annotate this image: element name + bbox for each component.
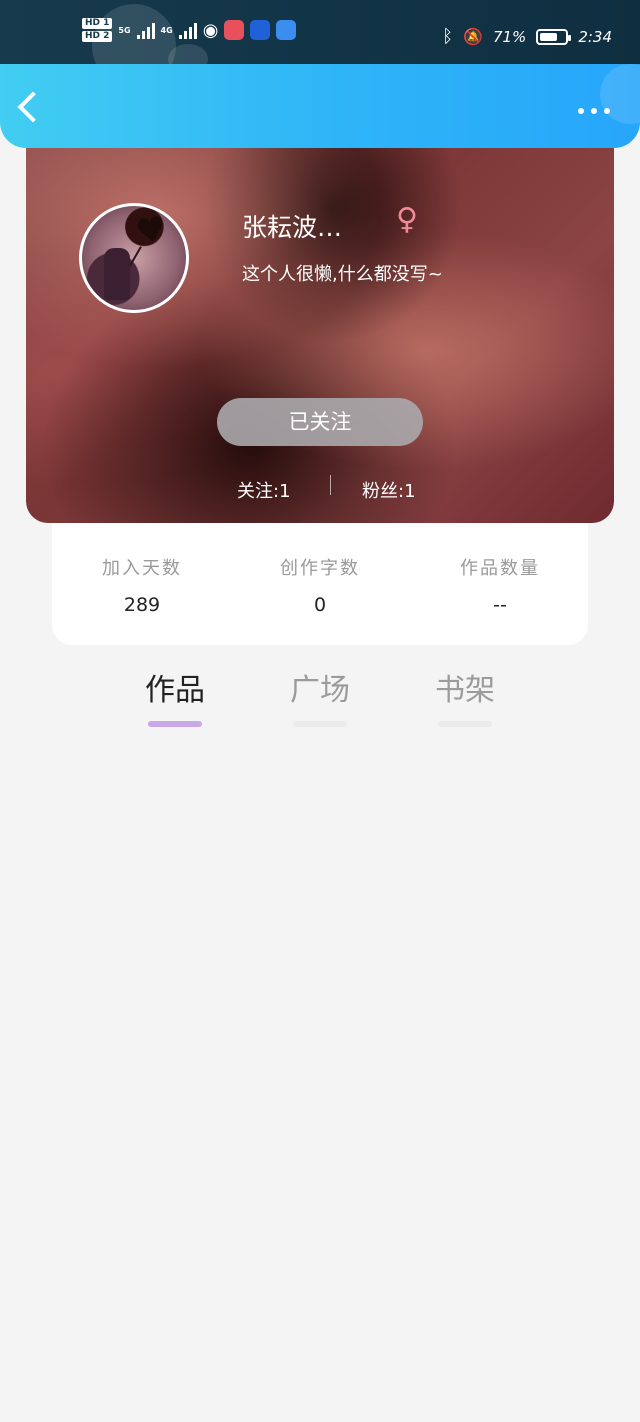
bulb-app-icon [250, 20, 271, 40]
stat-value: 0 [313, 594, 327, 616]
bluetooth-icon: ᛒ [442, 26, 454, 47]
stats-divider [330, 475, 331, 495]
stat-works-count: 作品数量 -- [410, 554, 590, 616]
user-bio: 这个人很懒,什么都没写~ [242, 264, 443, 285]
hotspot-icon: ◉ [202, 19, 219, 41]
tab-indicator [438, 721, 492, 727]
mute-bell-icon: 🔕 [463, 27, 483, 46]
stat-word-count: 创作字数 0 [230, 554, 410, 616]
status-bar: HD 1 HD 2 5G 4G ◉ ᛒ 🔕 71% 2:34 [0, 0, 640, 88]
avatar[interactable]: ♥ [79, 203, 189, 313]
network-type-2: 4G [160, 25, 173, 35]
tab-square[interactable]: 广场 [275, 665, 365, 727]
stat-value: -- [493, 594, 507, 616]
signal-icon-1 [136, 21, 155, 39]
more-dots-icon[interactable] [578, 108, 610, 114]
fans-count[interactable]: 粉丝:1 [362, 477, 416, 503]
sim1-badge: HD 1 [82, 18, 113, 29]
book-app-icon [224, 20, 245, 40]
tab-label: 书架 [435, 673, 495, 708]
tab-indicator [293, 721, 347, 727]
user-stats-panel: 加入天数 289 创作字数 0 作品数量 -- [52, 520, 588, 645]
heart-balloon-icon: ♥ [132, 208, 170, 254]
tab-indicator [148, 721, 202, 727]
tab-label: 广场 [290, 673, 350, 708]
signal-icon-2 [178, 21, 197, 39]
cloud-app-icon [276, 20, 297, 40]
works-content-area [0, 730, 640, 1422]
female-icon: ♀ [396, 202, 418, 237]
tab-bookshelf[interactable]: 书架 [420, 665, 510, 727]
stat-label: 创作字数 [280, 558, 360, 579]
profile-card: ♥ 张耘波… ♀ 这个人很懒,什么都没写~ 已关注 关注:1 粉丝:1 [26, 140, 614, 523]
user-name: 张耘波… [242, 213, 343, 242]
stat-label: 作品数量 [460, 558, 540, 579]
stat-label: 加入天数 [102, 558, 182, 579]
bunny-silhouette [104, 248, 130, 300]
chevron-left-icon[interactable] [17, 91, 49, 123]
battery-percent: 71% [492, 27, 527, 46]
followed-button[interactable]: 已关注 [217, 398, 423, 446]
stat-join-days: 加入天数 289 [52, 554, 232, 616]
battery-icon [536, 28, 572, 45]
following-count[interactable]: 关注:1 [237, 477, 291, 503]
tab-works[interactable]: 作品 [130, 665, 220, 727]
tab-label: 作品 [145, 673, 205, 708]
sim2-badge: HD 2 [82, 31, 113, 42]
top-nav-bar [0, 64, 640, 148]
sim-indicators: HD 1 HD 2 [82, 18, 113, 42]
stat-value: 289 [123, 594, 161, 616]
network-type-1: 5G [118, 25, 131, 35]
clock: 2:34 [578, 27, 612, 46]
